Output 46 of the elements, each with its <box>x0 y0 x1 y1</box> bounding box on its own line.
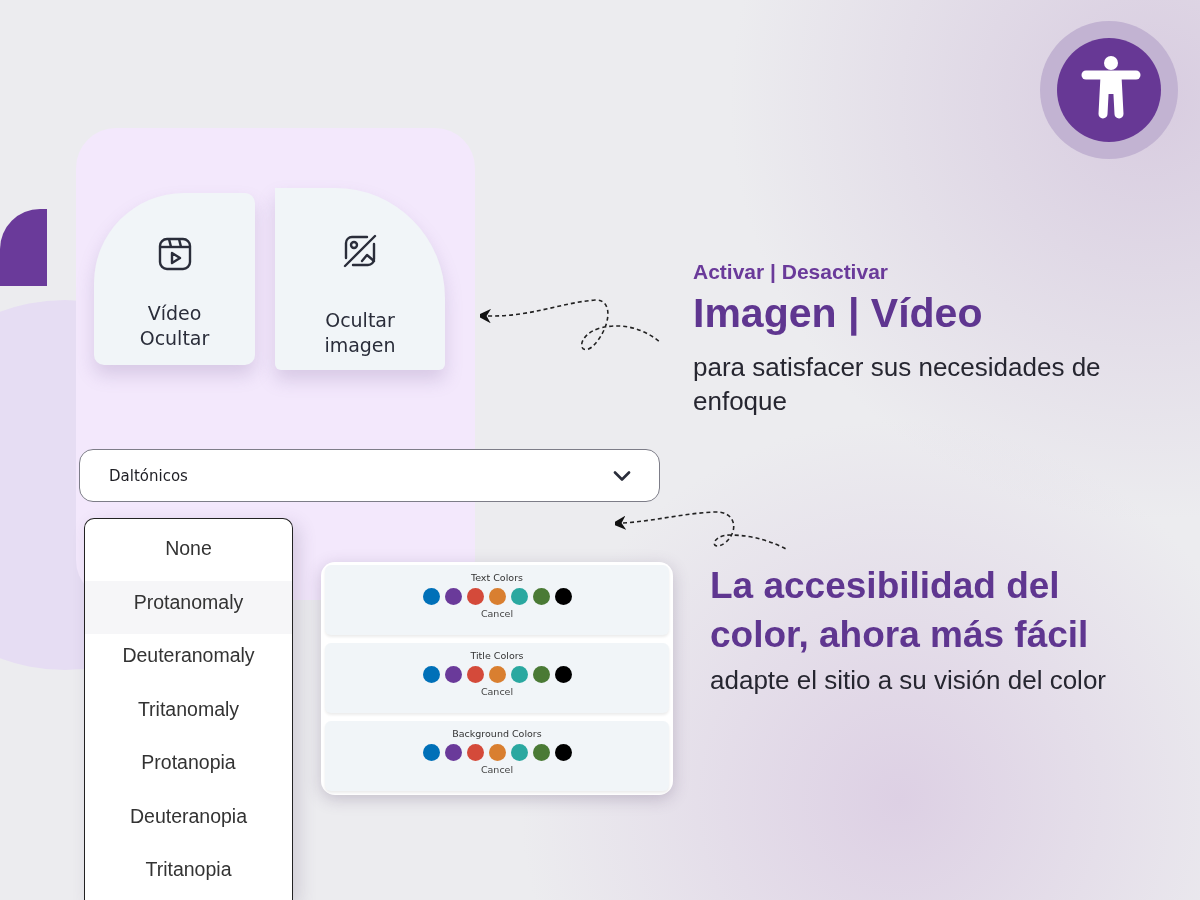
color-swatch[interactable] <box>554 744 572 761</box>
colorblind-select[interactable]: Daltónicos <box>79 449 660 502</box>
section-title: Background Colors <box>452 728 542 740</box>
hide-image-button[interactable]: Ocultar imagen <box>275 188 445 370</box>
color-swatch[interactable] <box>532 744 550 761</box>
option-item[interactable]: Tritanopia <box>85 848 292 900</box>
section-title: Title Colors <box>470 650 524 662</box>
section-title: Text Colors <box>471 572 523 584</box>
option-item[interactable]: Tritanomaly <box>85 687 292 741</box>
option-item[interactable]: Protanopia <box>85 741 292 795</box>
option-item[interactable]: Deuteranomaly <box>85 634 292 688</box>
cancel-link[interactable]: Cancel <box>480 764 514 776</box>
color-swatch[interactable] <box>422 588 440 605</box>
color-swatch[interactable] <box>488 744 506 761</box>
color-swatch[interactable] <box>554 588 572 605</box>
cancel-link[interactable]: Cancel <box>480 608 514 620</box>
image-off-icon <box>343 234 377 268</box>
color-swatch[interactable] <box>554 666 572 683</box>
feature-description: adapte el sitio a su visión del color <box>710 664 1107 697</box>
color-swatch[interactable] <box>466 666 484 683</box>
eyebrow-text: Activar | Desactivar <box>693 260 889 284</box>
color-swatch[interactable] <box>532 666 550 683</box>
color-swatch[interactable] <box>466 588 484 605</box>
video-player-icon <box>157 237 192 271</box>
feature-heading: Imagen | Vídeo <box>693 290 984 336</box>
option-item[interactable]: Deuteranopia <box>85 794 292 848</box>
accessibility-icon[interactable] <box>1039 20 1179 160</box>
color-swatch[interactable] <box>488 666 506 683</box>
color-swatch[interactable] <box>488 588 506 605</box>
feature-description: para satisfacer sus necesidades de enfoque <box>693 351 1102 418</box>
color-swatch[interactable] <box>444 666 462 683</box>
color-swatch[interactable] <box>444 744 462 761</box>
color-swatch[interactable] <box>444 588 462 605</box>
chevron-down-icon <box>613 470 631 481</box>
color-swatch[interactable] <box>466 744 484 761</box>
color-swatch[interactable] <box>510 666 528 683</box>
option-item[interactable]: Protanomaly <box>85 580 292 634</box>
hide-video-button[interactable]: Vídeo Ocultar <box>94 193 255 365</box>
feature-heading: La accesibilidad del color, ahora más fácil <box>710 564 1090 657</box>
cancel-link[interactable]: Cancel <box>480 686 514 698</box>
color-swatch[interactable] <box>510 588 528 605</box>
option-item[interactable]: None <box>85 527 292 581</box>
color-swatch[interactable] <box>422 744 440 761</box>
color-swatch[interactable] <box>422 666 440 683</box>
color-swatch[interactable] <box>510 744 528 761</box>
color-swatch[interactable] <box>532 588 550 605</box>
